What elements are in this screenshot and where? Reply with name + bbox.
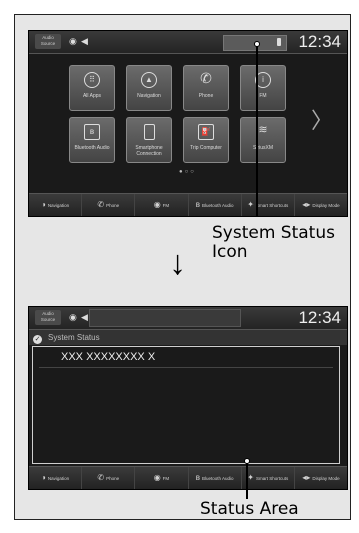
smartphone-icon bbox=[144, 124, 155, 140]
app-all-apps[interactable]: ⠿ All Apps bbox=[69, 65, 115, 111]
fuel-icon: ⛽ bbox=[198, 124, 214, 140]
callout-leader-line bbox=[246, 463, 248, 499]
system-status-header: ✓ System Status bbox=[29, 330, 347, 345]
shortcut-label: FM bbox=[162, 476, 170, 481]
app-phone[interactable]: ✆ Phone bbox=[183, 65, 229, 111]
compass-icon: ◑ bbox=[41, 473, 46, 482]
bluetooth-icon: ʙ bbox=[84, 124, 100, 140]
app-trip-computer[interactable]: ⛽ Trip Computer bbox=[183, 117, 229, 163]
page-title: System Status bbox=[48, 333, 100, 342]
callout-line: Icon bbox=[212, 242, 248, 262]
shortcut-label: Smart Shortcuts bbox=[255, 476, 289, 481]
home-screen: Audio Source ◉ ◀ 12:34 ⠿ All Apps ▲ Navi… bbox=[28, 30, 348, 217]
shortcut-label: Display Mode bbox=[312, 203, 340, 208]
bluetooth-icon: ʙ bbox=[195, 200, 200, 209]
shortcut-navigation[interactable]: ◑ Navigation bbox=[29, 194, 83, 216]
shortcut-fm[interactable]: ◉ FM bbox=[135, 467, 189, 489]
shortcut-bluetooth-audio[interactable]: ʙ Bluetooth Audio bbox=[189, 467, 242, 489]
divider bbox=[39, 367, 333, 368]
audio-source-button[interactable]: Audio Source bbox=[35, 34, 61, 49]
radio-icon: ◉ bbox=[69, 312, 77, 322]
callout-status-area: Status Area bbox=[200, 499, 299, 519]
shortcut-smart-shortcuts[interactable]: ✦ Smart Shortcuts bbox=[242, 467, 295, 489]
grid-icon: ⠿ bbox=[84, 72, 100, 88]
app-bluetooth-audio[interactable]: ʙ Bluetooth Audio bbox=[69, 117, 115, 163]
top-bar: Audio Source ◉ ◀ 12:34 bbox=[29, 31, 347, 54]
shortcut-label: FM bbox=[162, 203, 170, 208]
status-message: XXX XXXXXXXX X bbox=[61, 351, 156, 363]
app-label: Phone bbox=[198, 93, 214, 99]
callout-system-status-icon: System Status Icon bbox=[212, 224, 335, 262]
app-navigation[interactable]: ▲ Navigation bbox=[126, 65, 172, 111]
radio-icon: ◉ bbox=[153, 473, 161, 482]
check-icon: ✓ bbox=[33, 335, 42, 344]
status-indicator-icon bbox=[277, 38, 281, 46]
app-label: Smartphone Connection bbox=[135, 145, 163, 157]
bluetooth-icon: ʙ bbox=[195, 473, 200, 482]
app-label: Trip Computer bbox=[190, 145, 222, 151]
phone-icon: ✆ bbox=[97, 200, 105, 209]
shortcut-label: Phone bbox=[106, 203, 120, 208]
system-status-screen: Audio Source ◉ ◀ 12:34 ✓ System Status XX… bbox=[28, 306, 348, 490]
shortcut-icon: ✦ bbox=[247, 473, 254, 482]
app-label: FM bbox=[259, 93, 267, 99]
radio-icon: ◉ bbox=[153, 200, 161, 209]
bottom-shortcut-bar: ◑ Navigation ✆ Phone ◉ FM ʙ Bluetooth Audio … bbox=[29, 193, 347, 216]
page-indicator: ●○○ bbox=[179, 169, 196, 175]
radio-icon: ◉ bbox=[69, 36, 77, 46]
shortcut-label: Phone bbox=[106, 476, 120, 481]
shortcut-label: Smart Shortcuts bbox=[255, 203, 289, 208]
volume-icon: ◀ bbox=[81, 36, 88, 46]
app-label: All Apps bbox=[82, 93, 102, 99]
shortcut-display-mode[interactable]: ◂▸ Display Mode bbox=[295, 467, 347, 489]
shortcut-label: Navigation bbox=[47, 476, 70, 481]
app-label: SiriusXM bbox=[252, 145, 273, 151]
audio-source-button[interactable]: Audio Source bbox=[35, 310, 61, 325]
shortcut-label: Bluetooth Audio bbox=[201, 203, 234, 208]
compass-icon: ◑ bbox=[41, 200, 46, 209]
app-label: Navigation bbox=[137, 93, 161, 99]
down-arrow-icon: ↓ bbox=[169, 244, 186, 282]
shortcut-phone[interactable]: ✆ Phone bbox=[82, 467, 136, 489]
status-area: XXX XXXXXXXX X bbox=[32, 346, 340, 464]
app-smartphone-connection[interactable]: Smartphone Connection bbox=[126, 117, 172, 163]
phone-icon: ✆ bbox=[200, 70, 212, 86]
compass-icon: ▲ bbox=[141, 72, 157, 88]
shortcut-display-mode[interactable]: ◂▸ Display Mode bbox=[295, 194, 347, 216]
shortcut-bluetooth-audio[interactable]: ʙ Bluetooth Audio bbox=[189, 194, 242, 216]
shortcut-fm[interactable]: ◉ FM bbox=[135, 194, 189, 216]
callout-leader-line bbox=[256, 46, 258, 216]
bottom-shortcut-bar: ◑ Navigation ✆ Phone ◉ FM ʙ Bluetooth Audio … bbox=[29, 466, 347, 489]
display-icon: ◂▸ bbox=[302, 200, 311, 209]
top-bar: Audio Source ◉ ◀ 12:34 bbox=[29, 307, 347, 330]
app-fm[interactable]: i FM bbox=[240, 65, 286, 111]
system-status-bar bbox=[89, 309, 241, 327]
shortcut-label: Display Mode bbox=[312, 476, 340, 481]
next-page-chevron-icon[interactable]: 〉 bbox=[311, 103, 333, 135]
clock: 12:34 bbox=[298, 32, 341, 51]
app-siriusxm[interactable]: ≋ SiriusXM bbox=[240, 117, 286, 163]
callout-line: System Status bbox=[212, 223, 335, 243]
clock: 12:34 bbox=[298, 308, 341, 327]
shortcut-label: Navigation bbox=[47, 203, 70, 208]
phone-icon: ✆ bbox=[97, 473, 105, 482]
shortcut-label: Bluetooth Audio bbox=[201, 476, 234, 481]
shortcut-icon: ✦ bbox=[247, 200, 254, 209]
shortcut-navigation[interactable]: ◑ Navigation bbox=[29, 467, 83, 489]
shortcut-smart-shortcuts[interactable]: ✦ Smart Shortcuts bbox=[242, 194, 295, 216]
app-label: Bluetooth Audio bbox=[74, 145, 110, 151]
shortcut-phone[interactable]: ✆ Phone bbox=[82, 194, 136, 216]
volume-icon: ◀ bbox=[81, 312, 88, 322]
display-icon: ◂▸ bbox=[302, 473, 311, 482]
